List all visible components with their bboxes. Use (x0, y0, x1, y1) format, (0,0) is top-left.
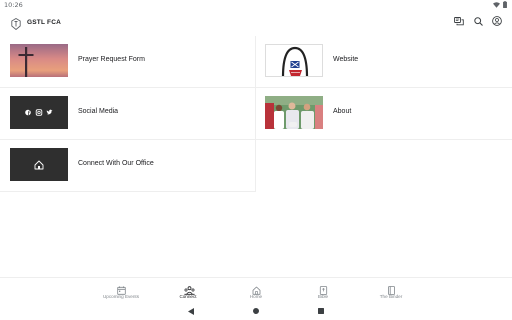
status-icons (493, 1, 507, 8)
system-navigation-bar (0, 302, 512, 320)
nav-bible[interactable]: Bible (288, 282, 358, 299)
card-label: Connect With Our Office (78, 160, 154, 167)
card-social-media[interactable]: Social Media (0, 88, 256, 140)
empty-grid-cell (256, 140, 512, 192)
nav-the-binder[interactable]: The Binder (356, 282, 426, 299)
app-bar: GSTL FCA (0, 12, 512, 36)
people-icon (183, 282, 195, 295)
home-icon (252, 282, 261, 295)
home-icon-image (10, 148, 68, 181)
nav-home[interactable]: Home (221, 282, 291, 299)
bible-icon (319, 282, 328, 295)
app-actions (454, 16, 502, 26)
social-icons-image (10, 96, 68, 129)
chat-icon[interactable] (454, 16, 464, 26)
arch-logo-image (265, 44, 323, 77)
card-label: Prayer Request Form (78, 56, 145, 63)
nav-label: Upcoming Events (102, 294, 139, 299)
bottom-navigation: Upcoming Events Connect Home Bible The B… (0, 277, 512, 301)
wifi-icon (493, 1, 500, 8)
card-label: Website (333, 56, 359, 63)
home-circle-icon[interactable] (252, 307, 260, 315)
recents-icon[interactable] (317, 307, 325, 315)
search-icon[interactable] (473, 16, 483, 26)
nav-label: Home (249, 294, 263, 299)
app-title: GSTL FCA (27, 19, 61, 26)
nav-label: Connect (179, 294, 197, 299)
nav-label: The Binder (379, 294, 403, 299)
status-bar: 10:26 (0, 0, 512, 12)
card-website[interactable]: Website (256, 36, 512, 88)
nav-upcoming-events[interactable]: Upcoming Events (86, 282, 156, 299)
nav-label: Bible (317, 294, 329, 299)
cross-sunset-image (10, 44, 68, 77)
status-time: 10:26 (4, 1, 23, 9)
card-connect-with-our-office[interactable]: Connect With Our Office (0, 140, 256, 192)
card-prayer-request-form[interactable]: Prayer Request Form (0, 36, 256, 88)
calendar-icon (116, 282, 126, 295)
card-label: About (333, 108, 352, 115)
fca-logo-icon (11, 17, 21, 31)
account-icon[interactable] (492, 16, 502, 26)
athletes-photo-image (265, 96, 323, 129)
card-label: Social Media (78, 108, 119, 115)
nav-connect[interactable]: Connect (153, 282, 223, 299)
card-about[interactable]: About (256, 88, 512, 140)
binder-icon (387, 282, 396, 295)
battery-icon (503, 1, 507, 8)
connect-grid: Prayer Request Form Website Social Media… (0, 36, 512, 192)
back-icon[interactable] (187, 307, 195, 315)
